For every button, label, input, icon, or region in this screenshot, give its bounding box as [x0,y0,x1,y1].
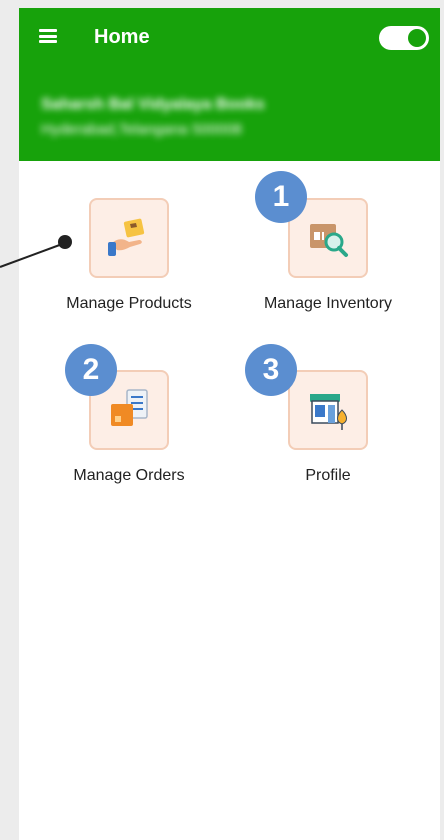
annotation-badge-1: 1 [255,171,307,223]
hand-with-box-icon [108,218,145,256]
toggle-knob [408,29,426,47]
store-name: Saharsh Bal Vidyalaya Books [41,96,265,113]
phone-screen: Home Saharsh Bal Vidyalaya Books Hyderab… [19,8,440,840]
manage-products-label: Manage Products [66,295,192,312]
annotation-badge-3: 3 [245,344,297,396]
tile-manage-products[interactable]: Manage Products [39,198,219,328]
box-with-magnifier-icon [310,224,348,257]
page-title: Home [94,26,150,48]
toggle-switch[interactable] [379,26,429,50]
profile-label: Profile [305,467,351,484]
annotation-pointer-dot [58,235,72,249]
box-with-clipboard-icon [111,389,148,426]
annotation-badge-2: 2 [65,344,117,396]
profile-button[interactable] [288,370,368,450]
hamburger-menu-icon[interactable] [39,29,57,43]
manage-orders-label: Manage Orders [73,467,185,484]
store-address: Hyderabad,Telangana 500008 [41,121,242,138]
manage-products-button[interactable] [89,198,169,278]
app-bar: Home Saharsh Bal Vidyalaya Books Hyderab… [19,8,440,161]
tile-manage-orders[interactable]: Manage Orders [39,370,219,500]
storefront-icon [310,394,347,430]
manage-inventory-label: Manage Inventory [263,295,393,312]
